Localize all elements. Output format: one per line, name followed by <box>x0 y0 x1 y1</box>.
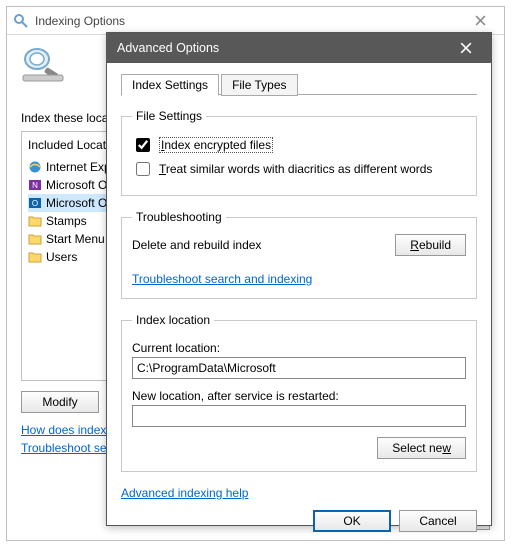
diacritics-checkbox[interactable] <box>136 162 150 176</box>
list-item-label: Stamps <box>46 214 87 228</box>
advanced-options-title: Advanced Options <box>117 41 219 55</box>
index-location-legend: Index location <box>132 313 214 327</box>
advanced-options-titlebar: Advanced Options <box>107 33 491 63</box>
indexing-options-close-button[interactable] <box>462 11 498 31</box>
outlook-icon: O <box>28 196 42 210</box>
index-location-group: Index location Current location: New loc… <box>121 313 477 472</box>
troubleshoot-search-link[interactable]: Troubleshoot search and indexing <box>132 272 312 286</box>
magnifier-icon <box>21 45 65 85</box>
ok-button[interactable]: OK <box>313 510 391 532</box>
folder-icon <box>28 233 42 245</box>
folder-icon <box>28 251 42 263</box>
rebuild-button[interactable]: Rebuild <box>395 234 466 256</box>
onenote-icon: N <box>28 178 42 192</box>
troubleshooting-group: Troubleshooting Delete and rebuild index… <box>121 210 477 299</box>
tabs: Index Settings File Types <box>121 74 477 96</box>
diacritics-label[interactable]: Treat similar words with diacritics as d… <box>159 162 432 176</box>
index-encrypted-label[interactable]: Index encrypted files <box>159 138 273 152</box>
current-location-label: Current location: <box>132 341 466 355</box>
ie-icon <box>28 160 42 174</box>
indexing-options-title: Indexing Options <box>35 14 125 28</box>
svg-text:O: O <box>32 199 38 208</box>
modify-button[interactable]: Modify <box>21 391 99 413</box>
file-settings-group: File Settings Index encrypted files Trea… <box>121 109 477 196</box>
current-location-field[interactable] <box>132 357 466 379</box>
list-item-label: Users <box>46 250 77 264</box>
tab-index-settings[interactable]: Index Settings <box>121 74 219 96</box>
list-item-label: Start Menu <box>46 232 105 246</box>
index-encrypted-checkbox[interactable] <box>136 138 150 152</box>
cancel-button[interactable]: Cancel <box>399 510 477 532</box>
advanced-options-close-button[interactable] <box>451 33 481 63</box>
new-location-field[interactable] <box>132 405 466 427</box>
folder-icon <box>28 215 42 227</box>
advanced-options-dialog: Advanced Options Index Settings File Typ… <box>106 32 492 526</box>
file-settings-legend: File Settings <box>132 109 206 123</box>
indexing-options-titlebar: Indexing Options <box>7 7 504 35</box>
tab-file-types[interactable]: File Types <box>221 74 297 96</box>
new-location-label: New location, after service is restarted… <box>132 389 466 403</box>
svg-text:N: N <box>32 181 38 190</box>
delete-rebuild-label: Delete and rebuild index <box>132 238 261 252</box>
indexing-options-icon <box>13 13 29 29</box>
select-new-button[interactable]: Select new <box>377 437 466 459</box>
advanced-indexing-help-link[interactable]: Advanced indexing help <box>121 486 248 500</box>
troubleshooting-legend: Troubleshooting <box>132 210 226 224</box>
